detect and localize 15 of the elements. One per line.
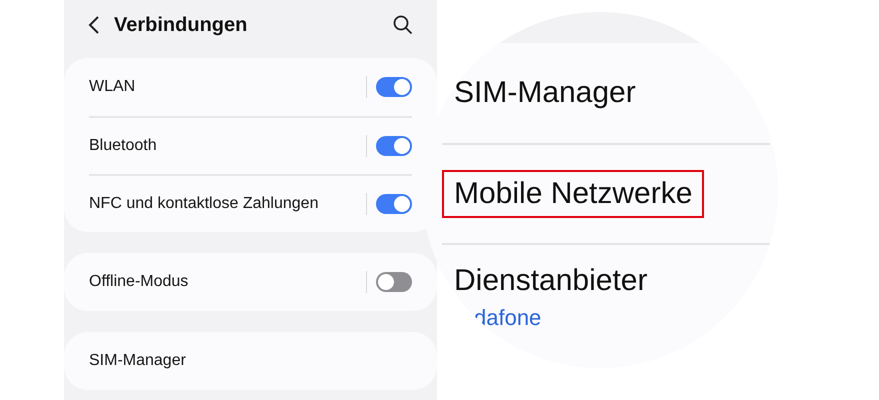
zoomed-setting-label: Mobile Netzwerke bbox=[442, 170, 704, 218]
toggle-switch[interactable] bbox=[376, 194, 412, 214]
toggle-switch[interactable] bbox=[376, 272, 412, 292]
zoomed-setting-label: SIM-Manager bbox=[453, 75, 637, 111]
setting-label[interactable]: NFC und kontaktlose Zahlungen bbox=[89, 195, 366, 213]
setting-label[interactable]: WLAN bbox=[89, 78, 366, 96]
toggle-switch[interactable] bbox=[376, 136, 412, 156]
setting-label[interactable]: Bluetooth bbox=[89, 137, 366, 155]
screen-title: Verbindungen bbox=[114, 14, 248, 36]
zoomed-setting-label: Dienstanbieter bbox=[453, 263, 648, 299]
toggle-switch[interactable] bbox=[376, 77, 412, 97]
search-icon[interactable] bbox=[393, 15, 413, 35]
setting-label[interactable]: SIM-Manager bbox=[89, 352, 412, 370]
back-icon[interactable] bbox=[88, 15, 100, 35]
setting-label[interactable]: Offline-Modus bbox=[89, 273, 366, 291]
